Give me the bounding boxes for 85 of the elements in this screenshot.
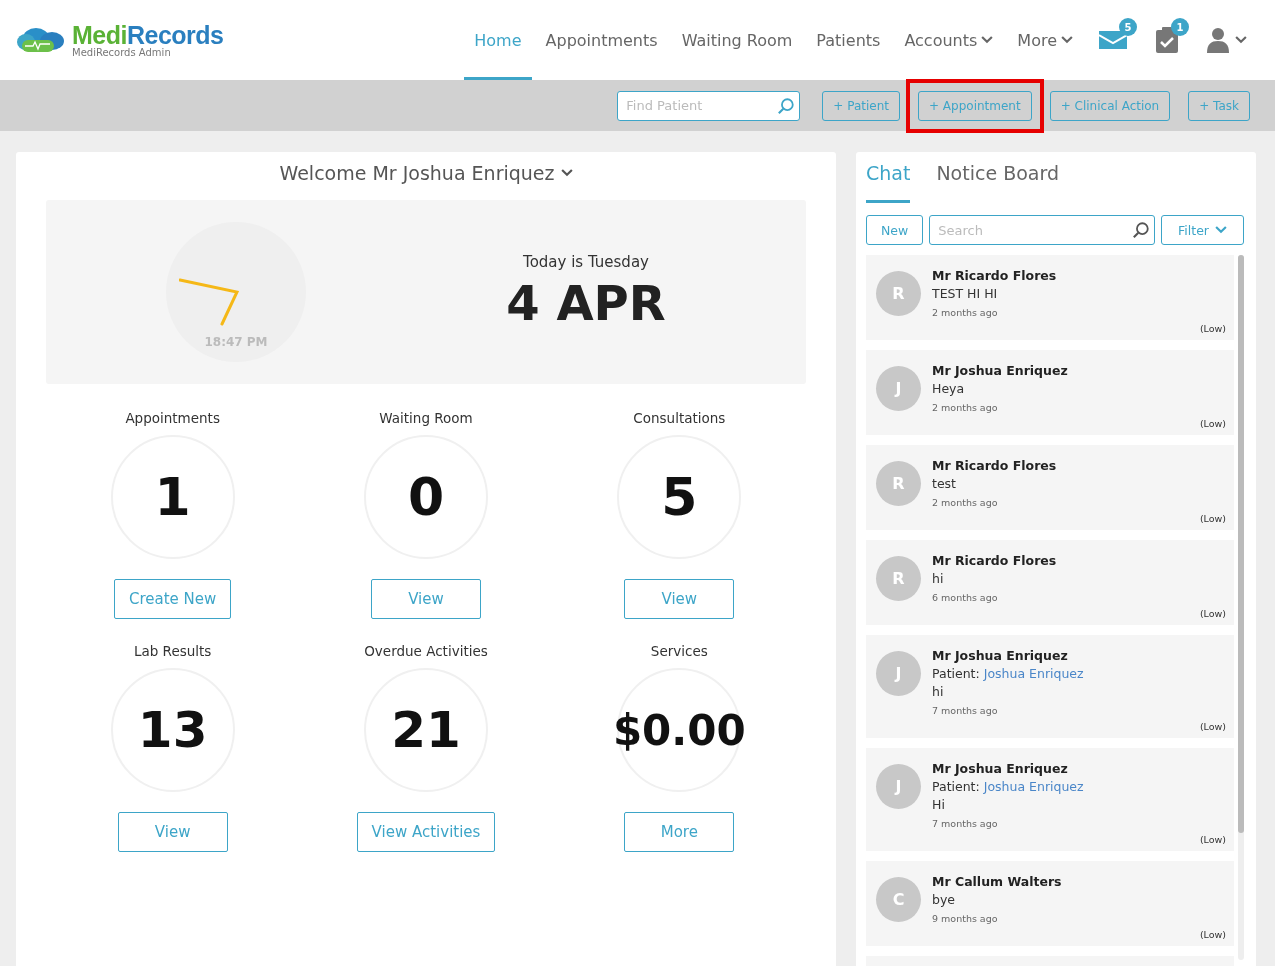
nav-item[interactable]: Accounts bbox=[894, 0, 1004, 80]
chat-message: hi bbox=[932, 570, 945, 588]
chat-message: TEST HI HI bbox=[932, 285, 999, 303]
chat-time: 7 months ago bbox=[932, 817, 999, 831]
chat-time: 2 months ago bbox=[932, 306, 999, 320]
priority-label: (Low) bbox=[1199, 323, 1226, 334]
clipboard-check-icon[interactable] bbox=[1155, 27, 1179, 53]
stat-value: 0 bbox=[364, 435, 488, 559]
sender-name: Mr Ricardo Flores bbox=[932, 457, 1058, 475]
stat-value: 21 bbox=[364, 668, 488, 792]
chevron-down-icon bbox=[981, 36, 994, 44]
sender-name: Mr Callum Walters bbox=[932, 873, 1063, 891]
nav-item[interactable]: Patients bbox=[806, 0, 891, 80]
stat-label: Waiting Room bbox=[379, 410, 473, 426]
priority-label: (Low) bbox=[1199, 418, 1226, 429]
stat-label: Overdue Activities bbox=[364, 643, 488, 659]
message-count-badge: 5 bbox=[1119, 18, 1137, 36]
add-action-button[interactable]: + Clinical Action bbox=[1049, 90, 1171, 121]
user-icon[interactable] bbox=[1207, 27, 1229, 53]
chat-search-field[interactable]: Search bbox=[929, 215, 1155, 245]
chat-message: Hi bbox=[932, 796, 946, 814]
stat-label: Services bbox=[650, 643, 708, 659]
nav-item[interactable]: Waiting Room bbox=[671, 0, 803, 80]
chat-message: bye bbox=[932, 891, 957, 909]
priority-label: (Low) bbox=[1199, 721, 1226, 732]
add-action-button[interactable]: + Patient bbox=[822, 90, 900, 121]
sender-name: Mr Joshua Enriquez bbox=[932, 647, 1069, 665]
stat-value: 1 bbox=[110, 435, 235, 559]
sender-name: Mr Joshua Enriquez bbox=[932, 760, 1069, 778]
patient-link[interactable]: Joshua Enriquez bbox=[983, 666, 1084, 681]
stat-action-button[interactable]: Create New bbox=[114, 579, 232, 619]
chevron-down-icon bbox=[1215, 226, 1227, 234]
new-chat-button[interactable]: New bbox=[866, 215, 924, 245]
envelope-icon[interactable] bbox=[1099, 29, 1127, 51]
priority-label: (Low) bbox=[1199, 834, 1226, 845]
nav-item[interactable]: More bbox=[1007, 0, 1083, 80]
panel-tab[interactable]: Chat bbox=[866, 162, 911, 203]
chat-time: 7 months ago bbox=[932, 704, 999, 718]
sender-name: Mr Ricardo Flores bbox=[932, 267, 1058, 285]
clock-hands-icon bbox=[179, 278, 239, 326]
stat-action-button[interactable]: More bbox=[624, 812, 735, 852]
cloud-logo-icon bbox=[16, 26, 66, 54]
chevron-down-icon bbox=[1235, 36, 1247, 44]
stat-label: Consultations bbox=[633, 410, 726, 426]
chat-time: 2 months ago bbox=[932, 496, 999, 510]
patient-line: Patient: Joshua Enriquez bbox=[932, 778, 1085, 796]
stat-value: 5 bbox=[617, 435, 742, 559]
find-patient-field[interactable]: Find Patient bbox=[617, 90, 801, 121]
priority-label: (Low) bbox=[1199, 608, 1226, 619]
weekday-text: Today is Tuesday bbox=[523, 253, 649, 271]
stat-action-button[interactable]: View Activities bbox=[356, 812, 496, 852]
brand-subtitle: MediRecords Admin bbox=[72, 46, 172, 58]
stat-value: $0.00 bbox=[617, 668, 742, 792]
search-icon[interactable] bbox=[1132, 221, 1150, 239]
chevron-down-icon bbox=[560, 169, 573, 177]
stat-action-button[interactable]: View bbox=[624, 579, 735, 619]
chat-time: 6 months ago bbox=[932, 591, 999, 605]
patient-line: Patient: Joshua Enriquez bbox=[932, 665, 1085, 683]
chevron-down-icon bbox=[1061, 36, 1073, 44]
brand-logo-text: MediRecords bbox=[72, 22, 224, 47]
panel-tab[interactable]: Notice Board bbox=[936, 162, 1059, 203]
chat-time: 9 months ago bbox=[932, 912, 999, 926]
stat-action-button[interactable]: View bbox=[371, 579, 481, 619]
stat-value: 13 bbox=[110, 668, 235, 792]
stat-action-button[interactable]: View bbox=[117, 812, 228, 852]
chat-message: hi bbox=[932, 683, 945, 701]
stat-label: Lab Results bbox=[133, 643, 212, 659]
nav-item[interactable]: Appointments bbox=[535, 0, 668, 80]
patient-link[interactable]: Joshua Enriquez bbox=[983, 779, 1084, 794]
priority-label: (Low) bbox=[1199, 513, 1226, 524]
priority-label: (Low) bbox=[1199, 929, 1226, 940]
chat-message: Heya bbox=[932, 380, 966, 398]
scrollbar-thumb[interactable] bbox=[1238, 255, 1244, 833]
add-action-button[interactable]: + Appointment bbox=[918, 90, 1032, 121]
date-text: 4 APR bbox=[506, 275, 666, 331]
filter-button[interactable]: Filter bbox=[1161, 215, 1244, 245]
welcome-title[interactable]: Welcome Mr Joshua Enriquez bbox=[279, 162, 573, 184]
sender-name: Mr Ricardo Flores bbox=[932, 552, 1058, 570]
stat-label: Appointments bbox=[125, 410, 220, 426]
chat-message: test bbox=[932, 475, 957, 493]
sender-name: Mr Joshua Enriquez bbox=[932, 362, 1069, 380]
add-action-button[interactable]: + Task bbox=[1188, 90, 1250, 121]
chat-time: 2 months ago bbox=[932, 401, 999, 415]
scrollbar-track[interactable] bbox=[1238, 255, 1244, 960]
task-count-badge: 1 bbox=[1171, 18, 1189, 36]
